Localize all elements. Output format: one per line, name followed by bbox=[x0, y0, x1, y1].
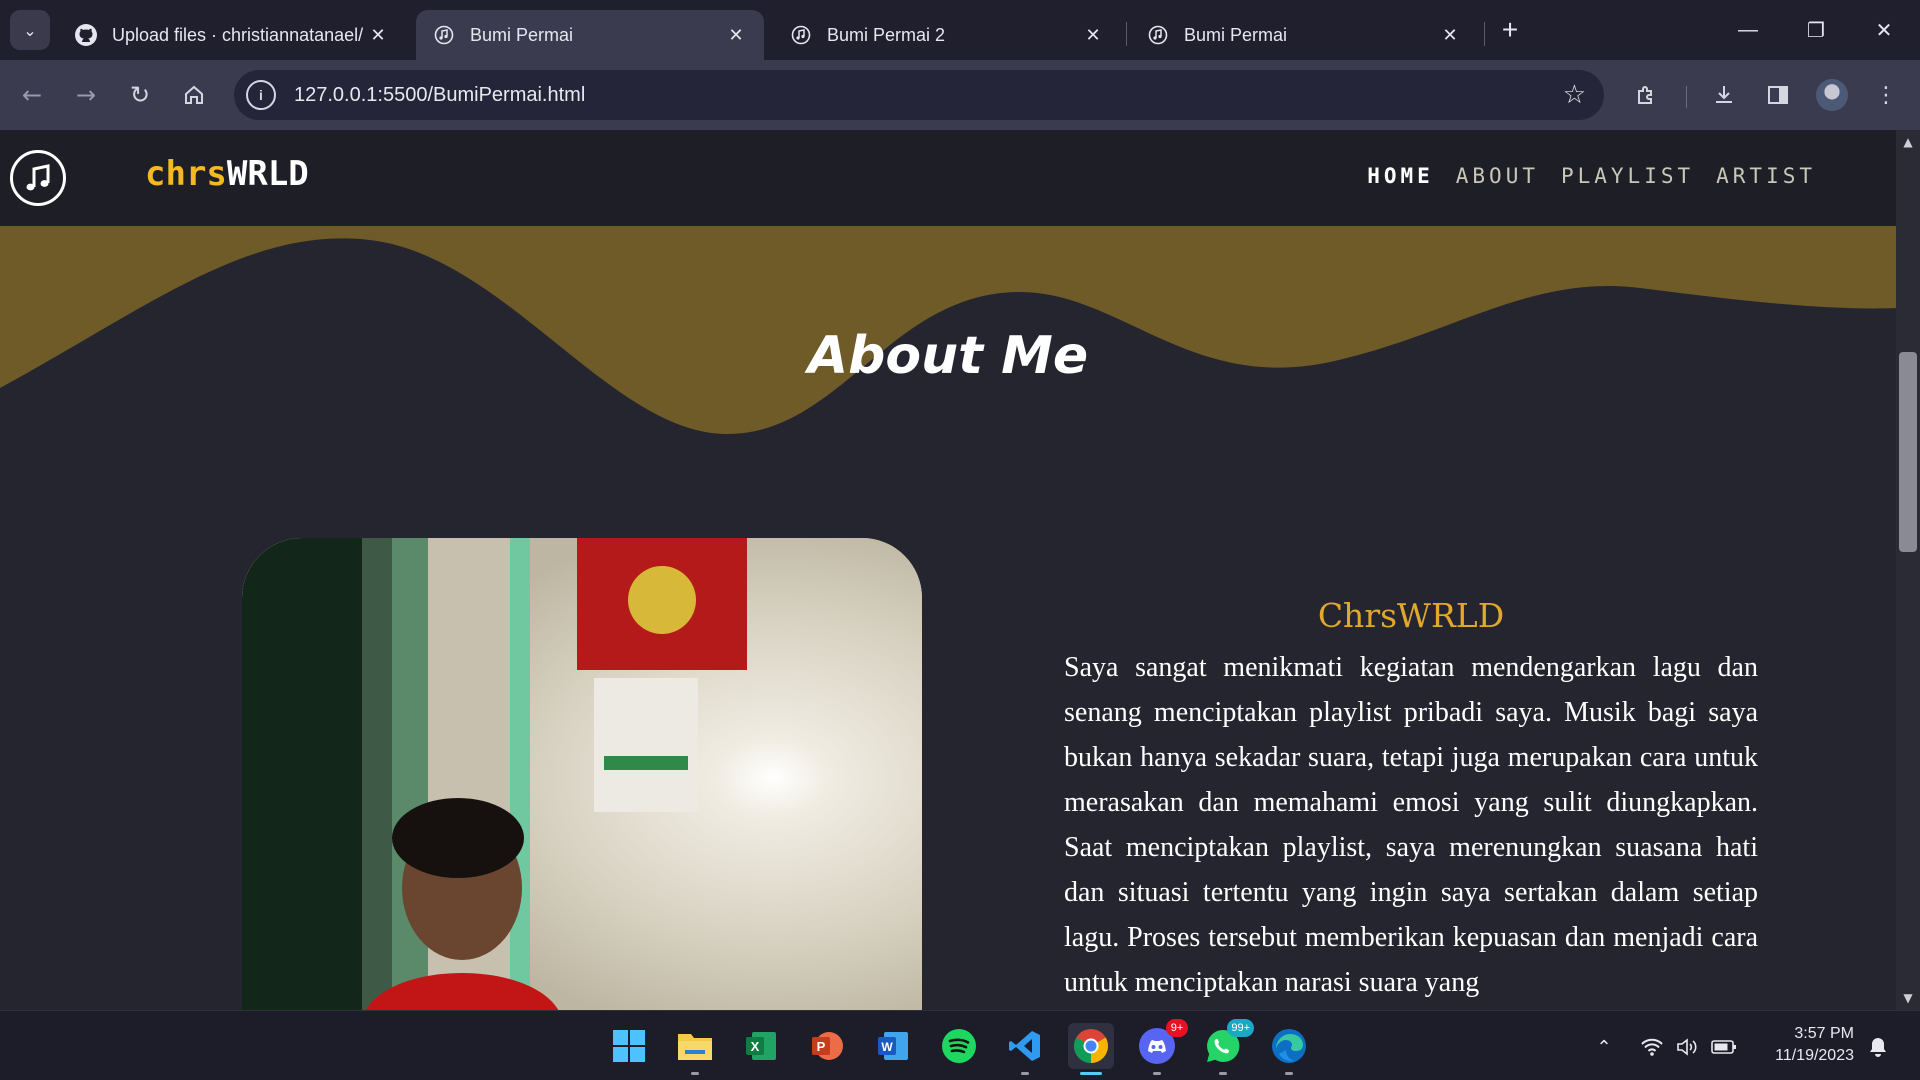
reload-button[interactable]: ↻ bbox=[122, 77, 158, 113]
close-icon[interactable]: ✕ bbox=[1438, 23, 1462, 47]
restore-button[interactable]: ❐ bbox=[1782, 0, 1850, 60]
minimize-icon: — bbox=[1738, 18, 1758, 41]
puzzle-icon bbox=[1638, 86, 1652, 104]
discord-icon[interactable]: 9+ bbox=[1134, 1019, 1188, 1075]
page-viewport: chrsWRLD HOME ABOUT PLAYLIST ARTIST Abou… bbox=[0, 130, 1896, 1010]
edge-icon[interactable] bbox=[1266, 1023, 1312, 1075]
close-icon: ✕ bbox=[1875, 19, 1893, 42]
github-icon bbox=[74, 23, 98, 47]
file-explorer-icon[interactable] bbox=[672, 1023, 718, 1075]
close-icon[interactable]: ✕ bbox=[366, 23, 390, 47]
site-menu: HOME ABOUT PLAYLIST ARTIST bbox=[1367, 164, 1816, 188]
excel-icon[interactable]: X bbox=[738, 1023, 784, 1069]
wifi-icon[interactable] bbox=[1638, 1033, 1666, 1061]
chrome-icon[interactable] bbox=[1068, 1023, 1114, 1075]
tab-separator bbox=[1484, 22, 1485, 46]
windows-start-icon[interactable] bbox=[606, 1023, 652, 1069]
toolbar-separator bbox=[1686, 86, 1687, 108]
chevron-up-icon[interactable]: ⌃ bbox=[1590, 1033, 1618, 1061]
menu-button[interactable]: ⋮ bbox=[1868, 77, 1904, 113]
tab-title: Bumi Permai bbox=[1184, 24, 1288, 45]
volume-icon[interactable] bbox=[1674, 1033, 1702, 1061]
clock-time: 3:57 PM bbox=[1794, 1025, 1854, 1042]
about-paragraph: Saya sangat menikmati kegiatan mendengar… bbox=[1064, 652, 1758, 998]
browser-toolbar: ← → ↻ i 127.0.0.1:5500/BumiPermai.html ☆… bbox=[0, 60, 1920, 130]
downloads-button[interactable] bbox=[1706, 77, 1742, 113]
close-icon[interactable]: ✕ bbox=[724, 23, 748, 47]
chevron-down-icon: ⌄ bbox=[23, 20, 37, 40]
browser-tab-bar: ⌄ Upload files · christiannatanael/ ✕ Bu… bbox=[0, 0, 1920, 60]
scrollbar-thumb[interactable] bbox=[1899, 352, 1917, 552]
download-icon bbox=[1716, 86, 1732, 103]
word-icon[interactable]: W bbox=[870, 1023, 916, 1069]
reload-icon: ↻ bbox=[129, 81, 151, 109]
page-scrollbar[interactable]: ▲ ▼ bbox=[1896, 130, 1920, 1010]
profile-photo bbox=[242, 538, 922, 1010]
arrow-right-icon: → bbox=[75, 81, 97, 109]
tab-bumi-permai-2[interactable]: Bumi Permai 2 ✕ bbox=[773, 10, 1121, 60]
music-note-icon[interactable] bbox=[10, 150, 66, 206]
restore-icon: ❐ bbox=[1807, 19, 1825, 42]
back-button[interactable]: ← bbox=[14, 77, 50, 113]
about-name: ChrsWRLD bbox=[1317, 596, 1505, 635]
minimize-button[interactable]: — bbox=[1714, 0, 1782, 60]
side-panel-button[interactable] bbox=[1760, 77, 1796, 113]
forward-button[interactable]: → bbox=[68, 77, 104, 113]
profile-avatar[interactable] bbox=[1816, 79, 1848, 111]
whatsapp-icon[interactable]: 99+ bbox=[1200, 1019, 1254, 1075]
home-button[interactable] bbox=[176, 77, 212, 113]
close-icon[interactable]: ✕ bbox=[1081, 23, 1105, 47]
site-brand[interactable]: chrsWRLD bbox=[145, 154, 309, 194]
tab-bumi-permai-3[interactable]: Bumi Permai ✕ bbox=[1130, 10, 1478, 60]
tab-separator bbox=[1126, 22, 1127, 46]
scroll-up-icon[interactable]: ▲ bbox=[1896, 130, 1920, 154]
svg-text:P: P bbox=[817, 1039, 826, 1054]
bookmark-star-icon[interactable]: ☆ bbox=[1563, 80, 1586, 110]
more-vert-icon: ⋮ bbox=[1875, 82, 1897, 108]
battery-icon[interactable] bbox=[1710, 1033, 1738, 1061]
system-clock[interactable]: 3:57 PM 11/19/2023 bbox=[1758, 1023, 1854, 1067]
url-text[interactable]: 127.0.0.1:5500/BumiPermai.html bbox=[294, 84, 585, 107]
nav-link-about[interactable]: ABOUT bbox=[1456, 164, 1539, 188]
music-note-icon bbox=[789, 23, 813, 47]
about-section: ChrsWRLD Saya sangat menikmati kegiatan … bbox=[1064, 596, 1758, 1005]
close-window-button[interactable]: ✕ bbox=[1850, 0, 1918, 60]
music-note-icon bbox=[432, 23, 456, 47]
vscode-icon[interactable] bbox=[1002, 1023, 1048, 1075]
svg-text:X: X bbox=[751, 1039, 760, 1054]
tab-title: Bumi Permai 2 bbox=[827, 24, 946, 45]
home-icon bbox=[185, 85, 203, 104]
page-title: About Me bbox=[807, 326, 1089, 386]
scroll-down-icon[interactable]: ▼ bbox=[1896, 986, 1920, 1010]
nav-link-artist[interactable]: ARTIST bbox=[1716, 164, 1816, 188]
site-info-icon[interactable]: i bbox=[246, 80, 276, 110]
nav-link-playlist[interactable]: PLAYLIST bbox=[1561, 164, 1694, 188]
nav-link-home[interactable]: HOME bbox=[1367, 164, 1434, 188]
music-note-icon bbox=[1146, 23, 1170, 47]
tab-bumi-permai-active[interactable]: Bumi Permai ✕ bbox=[416, 10, 764, 60]
address-bar[interactable]: i 127.0.0.1:5500/BumiPermai.html ☆ bbox=[234, 70, 1604, 120]
extensions-button[interactable] bbox=[1628, 77, 1664, 113]
arrow-left-icon: ← bbox=[21, 81, 43, 109]
spotify-icon[interactable] bbox=[936, 1023, 982, 1069]
side-panel-icon bbox=[1768, 86, 1788, 104]
brand-part-2: WRLD bbox=[226, 154, 309, 194]
svg-text:W: W bbox=[881, 1040, 893, 1054]
brand-part-1: chrs bbox=[145, 154, 227, 194]
new-tab-button[interactable]: + bbox=[1494, 14, 1526, 46]
notification-bell-icon[interactable] bbox=[1864, 1033, 1892, 1061]
powerpoint-icon[interactable]: P bbox=[804, 1023, 850, 1069]
discord-badge: 9+ bbox=[1166, 1019, 1188, 1037]
plus-icon: + bbox=[1501, 14, 1519, 45]
clock-date: 11/19/2023 bbox=[1775, 1047, 1854, 1064]
tab-search-button[interactable]: ⌄ bbox=[10, 10, 50, 50]
tab-title: Upload files · christiannatanael/ bbox=[112, 24, 364, 45]
windows-taskbar: X P W 9+ 99+ ⌃ 3:57 PM 11/19/2023 bbox=[0, 1010, 1920, 1080]
whatsapp-badge: 99+ bbox=[1227, 1019, 1254, 1037]
tab-title: Bumi Permai bbox=[470, 24, 574, 45]
hero-section: About Me bbox=[0, 226, 1896, 466]
site-navbar: chrsWRLD HOME ABOUT PLAYLIST ARTIST bbox=[0, 130, 1896, 226]
tab-upload-files[interactable]: Upload files · christiannatanael/ ✕ bbox=[58, 10, 406, 60]
